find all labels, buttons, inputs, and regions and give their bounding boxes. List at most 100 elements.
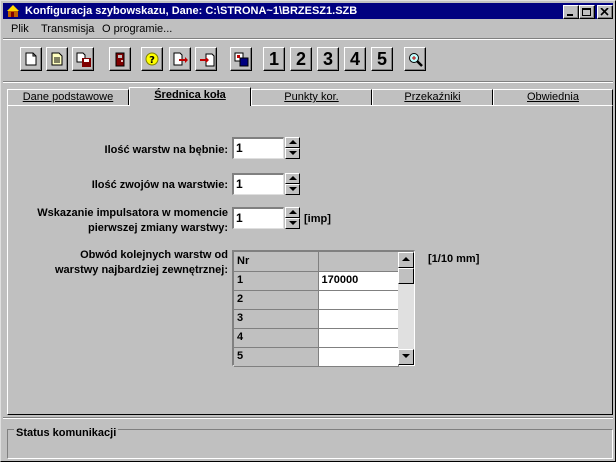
grid-row-nr: 2 <box>234 290 319 310</box>
preset-5-button[interactable]: 5 <box>371 47 393 71</box>
grid-cell-value[interactable] <box>318 347 399 367</box>
grid-header-value <box>318 252 399 272</box>
tab-punkty-kor[interactable]: Punkty kor. <box>251 89 372 105</box>
menu-bar: Plik Transmisja O programie... <box>3 20 613 38</box>
palette-button[interactable] <box>230 47 252 71</box>
menu-o-programie[interactable]: O programie... <box>102 22 172 36</box>
impulse-unit: [imp] <box>304 213 331 225</box>
circumference-grid[interactable]: Nr 1 170000 2 3 4 5 <box>232 250 415 367</box>
scroll-up-button[interactable] <box>398 252 414 268</box>
menu-plik[interactable]: Plik <box>11 22 29 36</box>
main-window: Konfiguracja szybowskazu, Dane: C:\STRON… <box>0 0 616 462</box>
table-row[interactable]: 4 <box>234 328 399 348</box>
table-row[interactable]: 5 <box>234 347 399 367</box>
house-app-icon <box>7 5 19 17</box>
arrow-up-icon <box>289 176 297 180</box>
zoom-button[interactable] <box>404 47 426 71</box>
preset-4-button[interactable]: 4 <box>344 47 366 71</box>
close-button[interactable] <box>597 5 613 19</box>
tab-srednica-kola[interactable]: Średnica koła <box>129 87 251 106</box>
turns-label: Ilość zwojów na warstwie: <box>91 179 228 191</box>
circumference-label: Obwód kolejnych warstw od warstwy najbar… <box>12 248 228 278</box>
menu-transmisja[interactable]: Transmisja <box>41 22 94 36</box>
status-title: Status komunikacji <box>14 427 119 439</box>
tab-label: Średnica koła <box>154 89 226 101</box>
tab-dane-podstawowe[interactable]: Dane podstawowe <box>7 89 129 105</box>
window-title: Konfiguracja szybowskazu, Dane: C:\STRON… <box>25 5 358 17</box>
new-file-icon <box>25 52 37 66</box>
title-bar[interactable]: Konfiguracja szybowskazu, Dane: C:\STRON… <box>3 3 613 19</box>
circumference-label-line-2: warstwy najbardziej zewnętrznej: <box>55 264 228 276</box>
turns-down-button[interactable] <box>285 184 300 195</box>
turns-up-button[interactable] <box>285 173 300 184</box>
minimize-button[interactable] <box>563 5 579 19</box>
preset-3-button[interactable]: 3 <box>317 47 339 71</box>
svg-text:?: ? <box>149 55 155 66</box>
open-file-button[interactable] <box>46 47 68 71</box>
import-arrow-icon <box>200 53 215 67</box>
preset-2-button[interactable]: 2 <box>290 47 312 71</box>
tab-label: Obwiednia <box>527 91 579 103</box>
open-file-icon <box>51 52 63 66</box>
impulse-up-button[interactable] <box>285 207 300 218</box>
arrow-down-icon <box>289 151 297 155</box>
grid-cell-value[interactable] <box>318 309 399 329</box>
circumference-unit: [1/10 mm] <box>428 253 480 265</box>
grid-row-nr: 4 <box>234 328 319 348</box>
table-row[interactable]: 2 <box>234 290 399 310</box>
layers-down-button[interactable] <box>285 148 300 159</box>
scroll-down-button[interactable] <box>398 349 414 365</box>
close-icon <box>600 8 609 16</box>
grid-cell-value[interactable] <box>318 328 399 348</box>
impulse-input[interactable]: 1 <box>232 207 284 229</box>
tab-label: Punkty kor. <box>284 91 339 103</box>
tab-przekazniki[interactable]: Przekaźniki <box>372 89 493 105</box>
maximize-button[interactable] <box>579 5 595 19</box>
exit-button[interactable] <box>109 47 131 71</box>
arrow-down-icon <box>402 354 410 358</box>
grid-row-nr: 5 <box>234 347 319 367</box>
save-disk-icon <box>76 52 91 67</box>
zoom-icon <box>409 53 423 67</box>
status-group: Status komunikacji <box>7 427 613 459</box>
preset-1-button[interactable]: 1 <box>263 47 285 71</box>
impulse-label: Wskazanie impulsatora w momencie pierwsz… <box>12 206 228 236</box>
export-button[interactable] <box>169 47 191 71</box>
tab-label: Przekaźniki <box>404 91 461 103</box>
save-button[interactable] <box>72 47 94 71</box>
impulse-stepper[interactable]: 1 <box>232 207 300 229</box>
toolbar: ? 1 2 3 4 5 <box>1 41 616 81</box>
table-row[interactable]: 3 <box>234 309 399 329</box>
layers-up-button[interactable] <box>285 137 300 148</box>
arrow-up-icon <box>289 140 297 144</box>
grid-cell-value[interactable] <box>318 290 399 310</box>
palette-icon <box>234 52 249 67</box>
turns-stepper[interactable]: 1 <box>232 173 300 195</box>
turns-input[interactable]: 1 <box>232 173 284 195</box>
new-file-button[interactable] <box>20 47 42 71</box>
impulse-label-line-1: Wskazanie impulsatora w momencie <box>37 207 228 219</box>
import-button[interactable] <box>195 47 217 71</box>
tab-strip: Dane podstawowe Średnica koła Punkty kor… <box>7 87 613 106</box>
maximize-icon <box>582 8 591 16</box>
export-arrow-icon <box>173 52 188 66</box>
exit-door-icon <box>115 52 125 67</box>
toolbar-separator <box>3 81 613 83</box>
scroll-thumb[interactable] <box>398 268 414 284</box>
grid-cell-value[interactable]: 170000 <box>318 271 399 291</box>
menu-separator <box>3 38 613 40</box>
grid-header-row: Nr <box>234 252 399 272</box>
grid-scrollbar[interactable] <box>398 252 414 365</box>
tab-obwiednia[interactable]: Obwiednia <box>493 89 613 105</box>
help-button[interactable]: ? <box>141 47 163 71</box>
layers-stepper[interactable]: 1 <box>232 137 300 159</box>
minimize-icon <box>567 14 573 16</box>
layers-input[interactable]: 1 <box>232 137 284 159</box>
grid-table: Nr 1 170000 2 3 4 5 <box>234 252 399 367</box>
impulse-down-button[interactable] <box>285 218 300 229</box>
grid-header-nr: Nr <box>234 252 319 272</box>
table-row[interactable]: 1 170000 <box>234 271 399 291</box>
circumference-label-line-1: Obwód kolejnych warstw od <box>80 249 228 261</box>
layers-label: Ilość warstw na bębnie: <box>104 144 228 156</box>
grid-row-nr: 1 <box>234 271 319 291</box>
